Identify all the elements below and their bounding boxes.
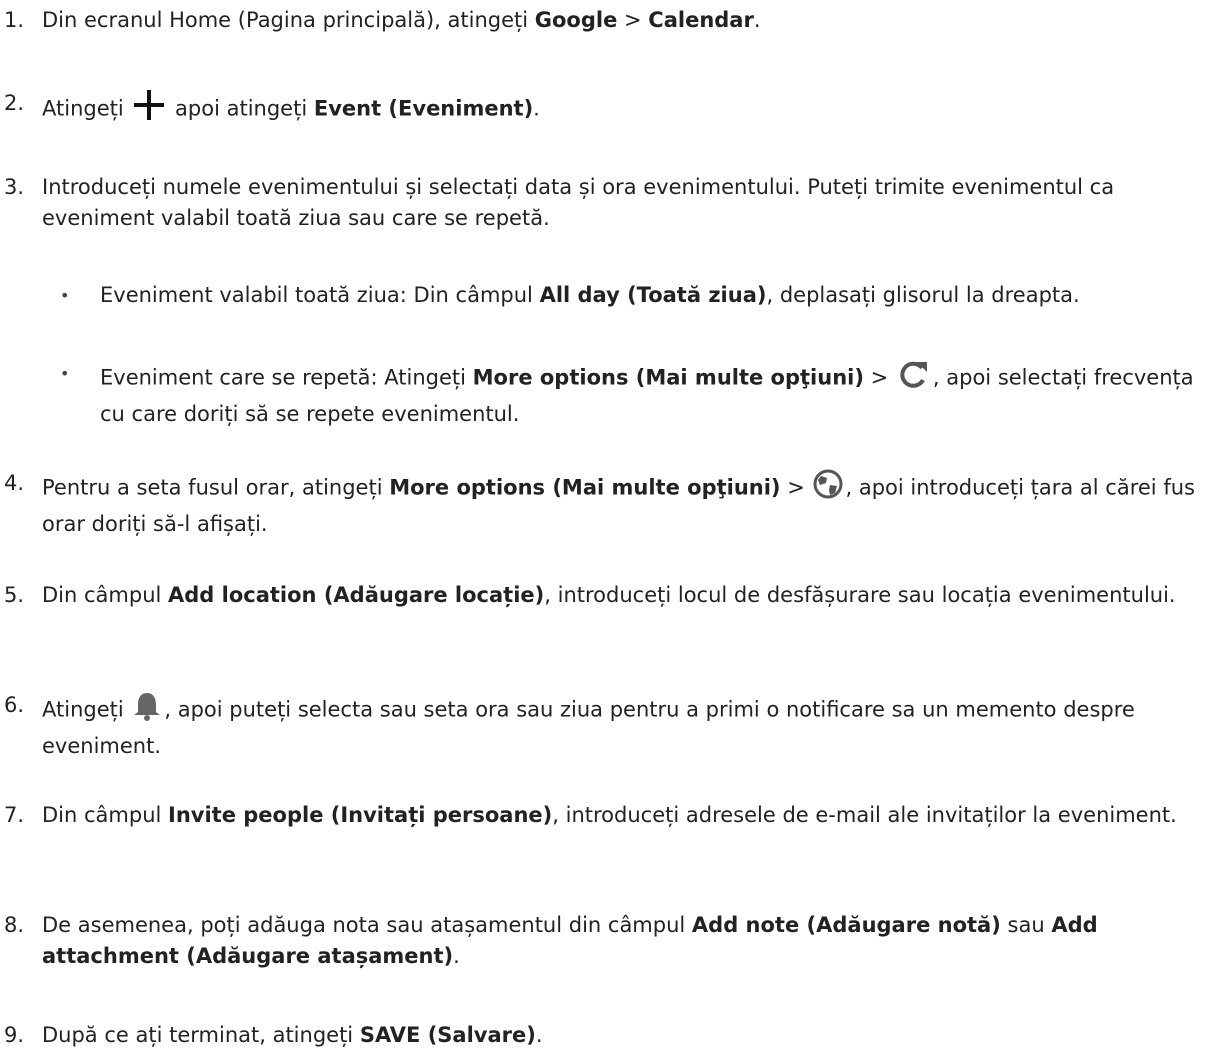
step-number: 2. (4, 91, 25, 115)
calendar-label: Calendar (648, 8, 754, 32)
step-text: După ce ați terminat, atingeți SAVE (Sal… (42, 1023, 543, 1047)
step-number: 1. (4, 8, 25, 32)
invite-people-label: Invite people (Invitați persoane) (168, 803, 553, 827)
step-number: 6. (4, 693, 25, 717)
more-options-label: More options (Mai multe opţiuni) (389, 475, 781, 500)
event-label: Event (Eveniment) (313, 96, 534, 121)
step-text: Din câmpul Add location (Adăugare locați… (42, 583, 1176, 607)
step-text: Din ecranul Home (Pagina principală), at… (42, 8, 761, 32)
instructions-page: 1. Din ecranul Home (Pagina principală),… (0, 0, 1225, 1059)
bell-icon (130, 690, 164, 731)
step-number: 9. (4, 1023, 25, 1047)
bullet-text: Eveniment valabil toată ziua: Din câmpul… (100, 283, 1080, 307)
all-day-label: All day (Toată ziua) (539, 283, 767, 307)
bullet-text: Eveniment care se repetă: Atingeți More … (100, 358, 1220, 430)
step-text: Atingeți apoi atingeți Event (Eveniment)… (42, 88, 1219, 131)
step-number: 3. (4, 175, 25, 199)
add-note-label: Add note (Adăugare notă) (691, 913, 1001, 937)
step-text: De asemenea, poți adăuga nota sau atașam… (42, 913, 1098, 968)
bullet: • (60, 364, 70, 383)
save-label: SAVE (Salvare) (359, 1023, 536, 1047)
more-options-label: More options (Mai multe opţiuni) (472, 365, 864, 390)
step-number: 4. (4, 471, 25, 495)
step-number: 5. (4, 583, 25, 607)
plus-icon (130, 88, 168, 131)
google-label: Google (534, 8, 618, 32)
bullet: • (60, 286, 70, 305)
globe-icon (811, 468, 845, 509)
repeat-icon (895, 358, 933, 399)
step-number: 7. (4, 803, 25, 827)
step-text: Atingeți , apoi puteți selecta sau seta … (42, 690, 1219, 762)
add-location-label: Add location (Adăugare locație) (168, 583, 545, 607)
step-number: 8. (4, 913, 25, 937)
step-text: Din câmpul Invite people (Invitați perso… (42, 803, 1177, 827)
step-text: Pentru a seta fusul orar, atingeți More … (42, 468, 1219, 540)
step-text: Introduceți numele evenimentului și sele… (42, 175, 1115, 230)
